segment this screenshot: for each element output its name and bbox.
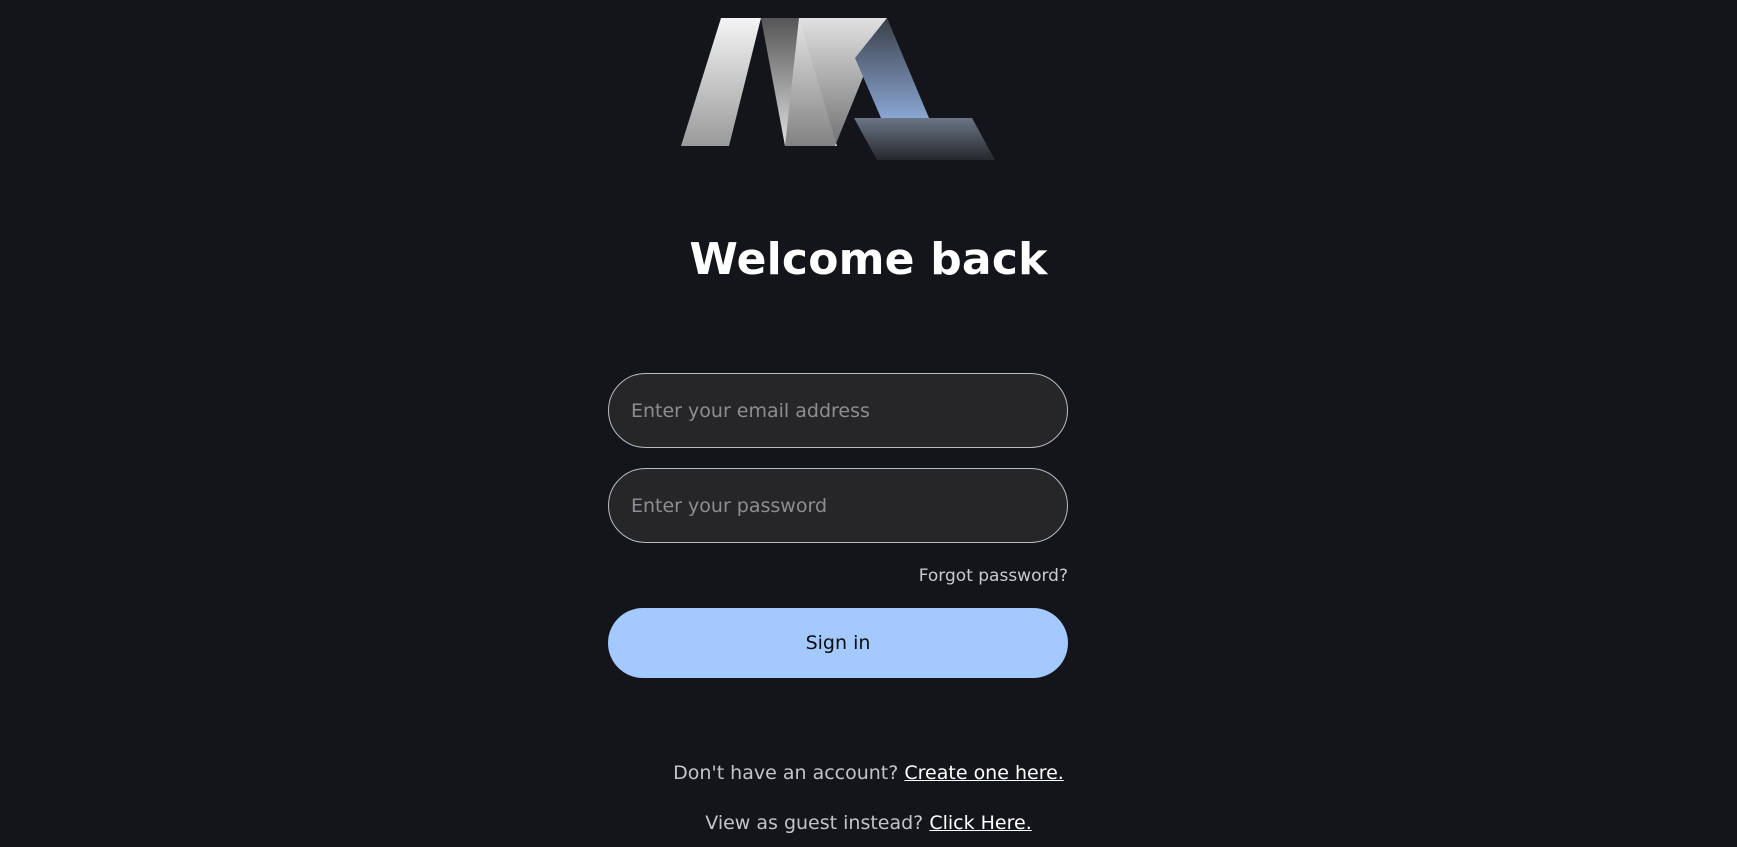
guest-prompt-text: View as guest instead? — [705, 812, 924, 834]
signup-prompt-row: Don't have an account? Create one here. — [0, 762, 1737, 784]
email-field[interactable] — [608, 373, 1068, 448]
page-title: Welcome back — [689, 234, 1048, 285]
password-field[interactable] — [608, 468, 1068, 543]
guest-access-link[interactable]: Click Here. — [929, 812, 1031, 834]
brand-logo — [681, 18, 995, 160]
guest-prompt-row: View as guest instead? Click Here. — [0, 812, 1737, 834]
login-page: Welcome back Forgot password? Sign in Do… — [0, 0, 1737, 847]
forgot-password-link[interactable]: Forgot password? — [919, 566, 1068, 586]
signup-prompt-text: Don't have an account? — [673, 762, 899, 784]
create-account-link[interactable]: Create one here. — [904, 762, 1063, 784]
sign-in-button[interactable]: Sign in — [608, 608, 1068, 678]
